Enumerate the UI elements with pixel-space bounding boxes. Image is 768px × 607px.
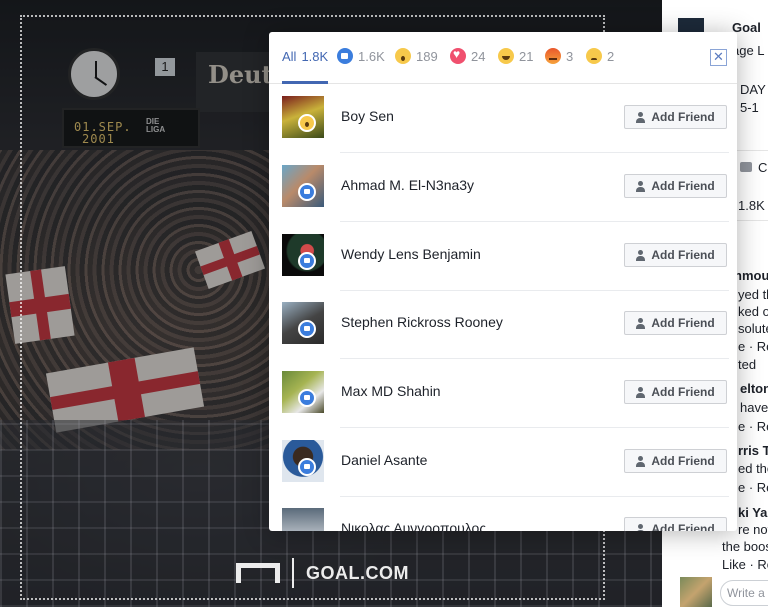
list-item: Max MD Shahin Add Friend — [269, 360, 737, 428]
comment-text: ed the — [738, 461, 768, 476]
reactions-list: Boy Sen Add Friend Ahmad M. El-N3na3y Ad… — [269, 85, 737, 531]
add-person-icon — [636, 455, 646, 467]
tab-like-count: 1.6K — [358, 49, 385, 64]
tab-like[interactable]: 1.6K — [337, 48, 385, 84]
reactions-dialog: All 1.8K 1.6K 189 24 21 3 2 ✕ — [269, 32, 737, 531]
goal-mark-icon — [236, 563, 280, 583]
close-button[interactable]: ✕ — [710, 49, 727, 66]
add-person-icon — [636, 249, 646, 261]
tab-wow[interactable]: 189 — [395, 48, 438, 84]
list-item: Boy Sen Add Friend — [269, 85, 737, 153]
divider — [340, 427, 729, 428]
person-name[interactable]: Boy Sen — [341, 108, 394, 124]
like-icon — [298, 320, 316, 338]
comment-author[interactable]: rris T — [738, 443, 768, 458]
add-friend-label: Add Friend — [651, 179, 715, 193]
add-person-icon — [636, 317, 646, 329]
tab-all-count: 1.8K — [301, 49, 329, 64]
reactions-count-link[interactable]: 1.8K — [738, 198, 765, 213]
comment-time: ted — [738, 357, 757, 372]
list-item: Νικολας Αυνγροπουλος Add Friend — [269, 497, 737, 531]
like-icon — [298, 252, 316, 270]
tab-sad[interactable]: 2 — [586, 48, 615, 84]
person-name[interactable]: Ahmad M. El-N3na3y — [341, 177, 474, 193]
reaction-tabs: All 1.8K 1.6K 189 24 21 3 2 ✕ — [269, 32, 737, 84]
add-friend-label: Add Friend — [651, 454, 715, 468]
logo-divider — [292, 558, 294, 588]
goal-logo: GOAL.COM — [236, 558, 409, 588]
logo-text: GOAL.COM — [306, 562, 409, 583]
tab-all[interactable]: All 1.8K — [282, 49, 329, 84]
comment-actions[interactable]: e · Re — [738, 419, 768, 434]
wow-icon — [395, 48, 411, 64]
avatar[interactable] — [282, 508, 324, 531]
add-person-icon — [636, 386, 646, 398]
comment-text: solute — [738, 321, 768, 336]
tab-angry[interactable]: 3 — [545, 48, 574, 84]
comment-text: yed th — [738, 287, 768, 302]
tab-love-count: 24 — [471, 49, 486, 64]
comment-text: have — [740, 400, 768, 415]
list-item: Wendy Lens Benjamin Add Friend — [269, 223, 737, 291]
comment-actions[interactable]: e · Re — [738, 480, 768, 495]
comment-author[interactable]: ki Ya — [738, 505, 767, 520]
comment-actions[interactable]: Like · Re — [722, 557, 768, 572]
add-friend-button[interactable]: Add Friend — [624, 517, 727, 531]
tab-angry-count: 3 — [566, 49, 574, 64]
add-friend-button[interactable]: Add Friend — [624, 243, 727, 267]
tab-love[interactable]: 24 — [450, 47, 486, 84]
add-friend-label: Add Friend — [651, 522, 715, 531]
tab-sad-count: 2 — [607, 49, 615, 64]
like-icon — [298, 389, 316, 407]
list-item: Daniel Asante Add Friend — [269, 429, 737, 497]
person-name[interactable]: Νικολας Αυνγροπουλος — [341, 520, 486, 531]
viewer-avatar — [680, 577, 712, 607]
divider — [340, 221, 729, 222]
comment-text: ked o — [738, 304, 768, 319]
post-day-text: DAY — [740, 82, 766, 97]
post-score-text: 5-1 — [740, 100, 759, 115]
add-person-icon — [636, 523, 646, 531]
comment-text: the boos — [722, 539, 768, 554]
haha-icon — [498, 48, 514, 64]
tab-haha-count: 21 — [519, 49, 534, 64]
tab-all-label: All — [282, 49, 297, 64]
comment-author[interactable]: hmou — [734, 268, 768, 283]
wow-icon — [298, 114, 316, 132]
comment-icon — [740, 162, 752, 172]
add-friend-button[interactable]: Add Friend — [624, 449, 727, 473]
add-friend-label: Add Friend — [651, 316, 715, 330]
add-friend-button[interactable]: Add Friend — [624, 105, 727, 129]
add-friend-button[interactable]: Add Friend — [624, 380, 727, 404]
love-icon — [450, 47, 466, 64]
list-item: Stephen Rickross Rooney Add Friend — [269, 291, 737, 359]
add-friend-label: Add Friend — [651, 385, 715, 399]
tab-haha[interactable]: 21 — [498, 48, 534, 84]
comment-actions[interactable]: e · Re — [738, 339, 768, 354]
person-name[interactable]: Daniel Asante — [341, 452, 427, 468]
add-friend-button[interactable]: Add Friend — [624, 174, 727, 198]
write-comment-input[interactable]: Write a — [720, 580, 768, 606]
like-icon — [298, 458, 316, 476]
person-name[interactable]: Stephen Rickross Rooney — [341, 314, 503, 330]
comment-author[interactable]: elton — [740, 381, 768, 396]
sad-icon — [586, 48, 602, 64]
add-friend-label: Add Friend — [651, 248, 715, 262]
comment-action[interactable]: C — [758, 160, 767, 175]
angry-icon — [545, 48, 561, 64]
list-item: Ahmad M. El-N3na3y Add Friend — [269, 154, 737, 222]
add-person-icon — [636, 180, 646, 192]
person-name[interactable]: Wendy Lens Benjamin — [341, 246, 481, 262]
add-person-icon — [636, 111, 646, 123]
add-friend-button[interactable]: Add Friend — [624, 311, 727, 335]
add-friend-label: Add Friend — [651, 110, 715, 124]
comment-text: re not — [738, 522, 768, 537]
tab-wow-count: 189 — [416, 49, 438, 64]
divider — [340, 358, 729, 359]
like-icon — [298, 183, 316, 201]
like-icon — [337, 48, 353, 64]
divider — [340, 152, 729, 153]
person-name[interactable]: Max MD Shahin — [341, 383, 441, 399]
